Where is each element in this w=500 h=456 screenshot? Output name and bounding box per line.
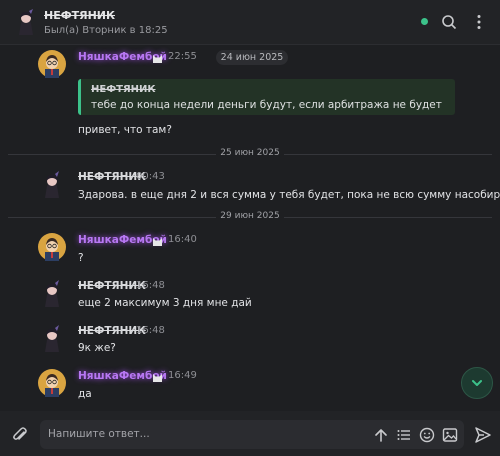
message-input-placeholder: Напишите ответ... (48, 428, 150, 440)
cat-badge-icon (153, 55, 162, 63)
emoji-icon[interactable] (419, 427, 435, 443)
user-avatar-icon[interactable] (38, 233, 66, 261)
message-composer: Напишите ответ... (0, 411, 500, 456)
message-input[interactable]: Напишите ответ... (40, 420, 464, 449)
cat-badge-icon (153, 238, 162, 246)
scroll-to-bottom-button[interactable] (461, 367, 493, 399)
user-avatar-icon[interactable] (38, 369, 66, 397)
message-text: Здарова. в еще дня 2 и вся сумма у тебя … (78, 189, 500, 201)
search-icon[interactable] (440, 13, 458, 31)
message-time: 16:48 (136, 280, 165, 291)
message-time: 00:43 (136, 171, 165, 182)
message-list[interactable]: НяшкаФембой 22:55 24 июн 2025 НЕФТЯНИК т… (0, 45, 500, 410)
paperclip-icon[interactable] (10, 425, 30, 445)
message-time: 16:49 (168, 370, 197, 381)
date-divider-label: 25 июн 2025 (220, 148, 280, 158)
quote-text: тебе до конца недели деньги будут, если … (91, 99, 442, 111)
online-indicator (421, 18, 428, 25)
list-icon[interactable] (396, 427, 412, 443)
user-avatar-icon[interactable] (38, 170, 66, 198)
message-text: еще 2 максимум 3 дня мне дай (78, 297, 252, 309)
chevron-down-icon (472, 380, 482, 386)
user-avatar-icon[interactable] (38, 50, 66, 78)
cat-badge-icon (153, 374, 162, 382)
date-pill: 24 июн 2025 (216, 50, 288, 65)
user-avatar-icon[interactable] (38, 324, 66, 352)
message-text: 9к же? (78, 342, 116, 354)
image-icon[interactable] (442, 427, 458, 443)
chat-title[interactable]: НЕФТЯНИК (44, 9, 115, 22)
send-icon[interactable] (474, 426, 492, 444)
message-text: да (78, 388, 92, 400)
message-text: ? (78, 252, 84, 264)
quote-author: НЕФТЯНИК (91, 84, 156, 95)
chat-header: НЕФТЯНИК Был(а) Вторник в 18:25 (0, 0, 500, 45)
more-options-icon[interactable] (470, 13, 488, 31)
message-text: привет, что там? (78, 124, 172, 136)
date-divider: 29 июн 2025 (8, 211, 492, 223)
date-divider: 25 июн 2025 (8, 148, 492, 160)
message-time: 16:48 (136, 325, 165, 336)
quoted-reply[interactable]: НЕФТЯНИК тебе до конца недели деньги буд… (78, 79, 455, 115)
last-seen-status: Был(а) Вторник в 18:25 (44, 25, 168, 36)
arrow-up-icon[interactable] (373, 427, 389, 443)
message-time: 22:55 (168, 51, 197, 62)
date-divider-label: 29 июн 2025 (220, 211, 280, 221)
anime-avatar-icon[interactable] (15, 9, 37, 35)
user-avatar-icon[interactable] (38, 279, 66, 307)
message-time: 16:40 (168, 234, 197, 245)
